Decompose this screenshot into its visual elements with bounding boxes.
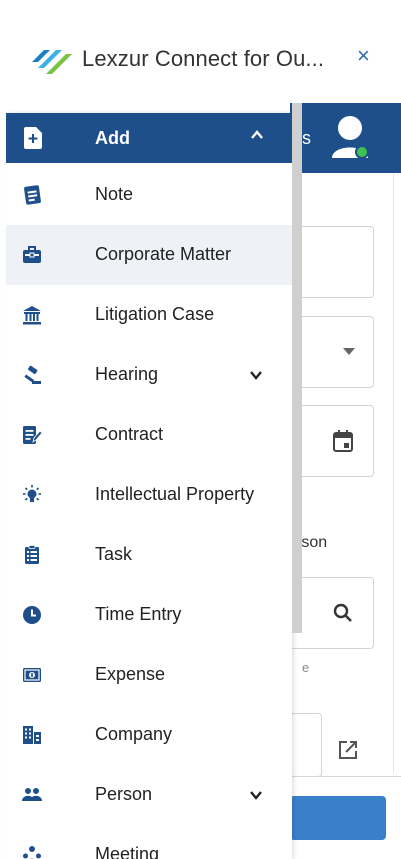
menu-item-hearing[interactable]: Hearing <box>6 345 292 405</box>
people-icon <box>22 788 42 801</box>
menu-item-label: Litigation Case <box>95 304 215 324</box>
menu-item-label: Expense <box>95 664 166 684</box>
menu-item-expense[interactable]: Expense <box>6 645 292 705</box>
menu-item-label: Note <box>95 184 134 204</box>
menu-item-label: Corporate Matter <box>95 244 232 264</box>
add-menu: Add Note Corporate Matter Litigation Cas… <box>6 113 292 859</box>
app-title: Lexzur Connect for Ou... <box>82 46 325 71</box>
menu-item-label: Person <box>95 784 153 804</box>
contract-edit-icon <box>23 426 42 444</box>
receipt-icon <box>23 668 41 682</box>
menu-item-label: Hearing <box>95 364 159 384</box>
calendar-icon[interactable] <box>333 430 353 452</box>
clipboard-list-icon <box>25 545 39 564</box>
menu-item-label: Contract <box>95 424 164 444</box>
lexzur-logo-icon <box>32 50 72 74</box>
partial-field[interactable] <box>290 713 322 777</box>
hint-fragment: e <box>302 660 310 675</box>
open-external-icon[interactable] <box>338 740 358 760</box>
menu-item-label: Meeting <box>95 844 160 859</box>
menu-item-task[interactable]: Task <box>6 525 292 585</box>
note-icon <box>24 185 41 205</box>
title-bar: Lexzur Connect for Ou... × <box>0 0 401 112</box>
dropdown-field[interactable] <box>290 316 374 388</box>
person-search-field[interactable] <box>290 577 374 649</box>
menu-item-company[interactable]: Company <box>6 705 292 765</box>
date-field[interactable] <box>290 405 374 477</box>
menu-item-label: Time Entry <box>95 604 182 624</box>
menu-item-contract[interactable]: Contract <box>6 405 292 465</box>
building-icon <box>23 726 41 744</box>
lightbulb-icon <box>23 485 41 502</box>
briefcase-icon <box>23 246 41 263</box>
footer-divider <box>290 776 401 777</box>
menu-item-intellectual-property[interactable]: Intellectual Property <box>6 465 292 525</box>
chevron-down-icon[interactable] <box>249 789 263 801</box>
menu-item-label: Task <box>95 544 133 564</box>
search-icon[interactable] <box>333 603 353 623</box>
add-menu-header[interactable]: Add <box>6 113 292 163</box>
menu-item-note[interactable]: Note <box>6 165 292 225</box>
chevron-down-icon[interactable] <box>249 369 263 381</box>
menu-item-time-entry[interactable]: Time Entry <box>6 585 292 645</box>
gavel-icon <box>24 365 41 384</box>
menu-item-label: Company <box>95 724 173 744</box>
add-menu-label: Add <box>95 128 130 148</box>
close-icon[interactable]: × <box>357 44 370 68</box>
dropdown-arrow-icon <box>343 348 355 355</box>
form-edge <box>393 173 394 773</box>
menu-item-person[interactable]: Person <box>6 765 292 825</box>
text-field[interactable] <box>290 226 374 298</box>
courthouse-icon <box>23 306 41 325</box>
menu-item-label: Intellectual Property <box>95 484 255 504</box>
meeting-icon <box>23 846 41 859</box>
menu-item-meeting[interactable]: Meeting <box>6 825 292 859</box>
menu-scrollbar[interactable] <box>292 103 302 633</box>
chevron-up-icon <box>251 130 263 139</box>
submit-button[interactable] <box>290 796 386 840</box>
add-file-icon <box>24 127 42 149</box>
form-header-fragment: s <box>302 128 311 148</box>
user-avatar-icon[interactable] <box>330 114 370 160</box>
clock-icon <box>23 606 41 624</box>
menu-item-corporate-matter[interactable]: Corporate Matter <box>6 225 292 285</box>
menu-item-litigation-case[interactable]: Litigation Case <box>6 285 292 345</box>
